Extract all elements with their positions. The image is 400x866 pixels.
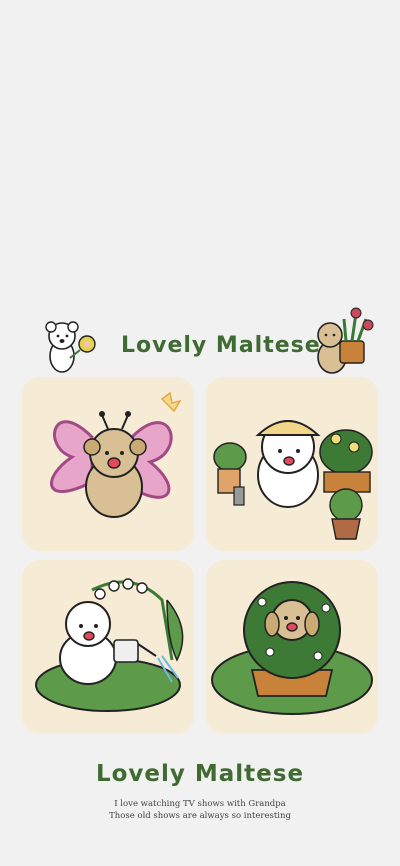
maltese-watering-can-illustration: [35, 578, 184, 712]
puppy-with-flowerpot-illustration: [317, 307, 374, 374]
maltese-holding-flower-illustration: [45, 321, 96, 373]
card-butterfly-puppy: [22, 377, 194, 551]
card-watering-maltese: [22, 560, 194, 734]
card-bush-puppy: [206, 560, 378, 734]
footer-line-1: I love watching TV shows with Grandpa: [114, 799, 286, 809]
card-gardening-maltese: [206, 377, 378, 551]
puppy-in-bush-illustration: [211, 581, 373, 715]
puppy-butterfly-costume-illustration: [50, 391, 182, 518]
maltese-gardening-hat-illustration: [213, 420, 373, 540]
footer-title: Lovely Maltese: [95, 761, 305, 787]
header-title: Lovely Maltese: [121, 333, 321, 358]
footer-line-2: Those old shows are always so interestin…: [109, 811, 291, 821]
